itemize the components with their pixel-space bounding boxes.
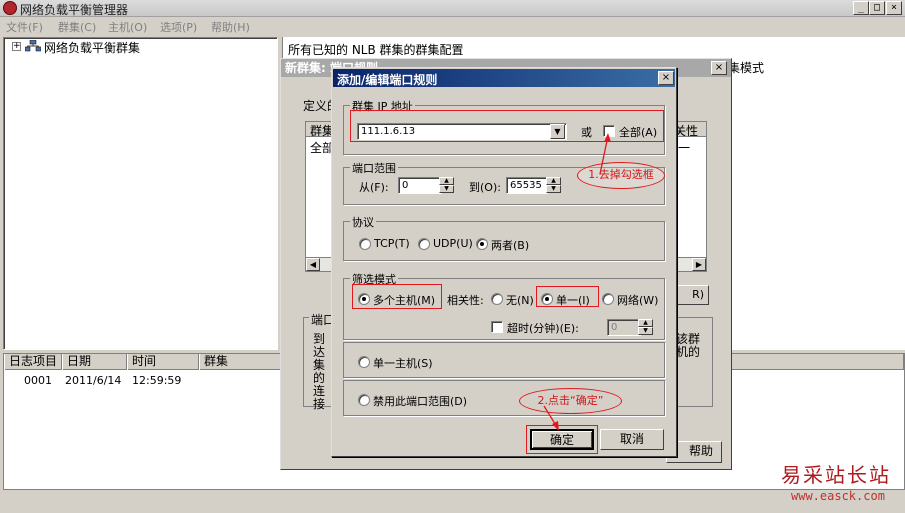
spin-down-icon[interactable]: ▼ [638, 327, 653, 335]
log-col-entry[interactable]: 日志项目 [4, 354, 62, 370]
tree-pane: + 网络负载平衡群集 [3, 37, 278, 350]
highlight-multi-host [352, 284, 442, 309]
single-host-label[interactable]: 单一主机(S) [373, 355, 433, 371]
menu-cluster[interactable]: 群集(C) [58, 19, 96, 35]
protocol-udp-label[interactable]: UDP(U) [433, 237, 473, 250]
spin-down-icon[interactable]: ▼ [546, 185, 561, 193]
log-cell-id: 0001 [24, 374, 52, 387]
single-host-radio[interactable] [358, 356, 370, 368]
spin-down-icon[interactable]: ▼ [439, 185, 454, 193]
port-rules-cell-affinity[interactable]: 一 [678, 139, 690, 156]
port-from-spinner[interactable]: ▲ ▼ [439, 177, 454, 194]
maximize-button[interactable]: □ [869, 1, 885, 15]
dialog-title-bar: 添加/编辑端口规则 × [333, 69, 675, 87]
log-col-time[interactable]: 时间 [127, 354, 199, 370]
watermark-url: www.easck.com [791, 489, 885, 503]
dialog-close-button[interactable]: × [658, 71, 674, 85]
port-rules-col-affinity[interactable]: 关性 [674, 122, 698, 139]
bg-dialog-close-button[interactable]: × [711, 61, 727, 75]
menu-options[interactable]: 选项(P) [160, 19, 197, 35]
menu-host[interactable]: 主机(O) [108, 19, 147, 35]
close-button[interactable]: × [886, 1, 902, 15]
dialog-title: 添加/编辑端口规则 [337, 73, 438, 87]
log-cell-date: 2011/6/14 [65, 374, 122, 387]
tree-root-label[interactable]: 网络负载平衡群集 [44, 39, 140, 56]
disable-range-radio[interactable] [358, 394, 370, 406]
protocol-label: 协议 [350, 214, 376, 230]
spin-up-icon[interactable]: ▲ [546, 177, 561, 185]
spin-up-icon[interactable]: ▲ [439, 177, 454, 185]
port-range-label: 端口范围 [350, 160, 398, 176]
affinity-none-label[interactable]: 无(N) [506, 292, 534, 308]
menu-help[interactable]: 帮助(H) [211, 19, 250, 35]
protocol-both-label[interactable]: 两者(B) [491, 237, 529, 253]
disable-range-label[interactable]: 禁用此端口范围(D) [373, 393, 467, 409]
menu-file[interactable]: 文件(F) [6, 19, 43, 35]
app-title: 网络负载平衡管理器 [20, 3, 129, 17]
timeout-spinner[interactable]: ▲ ▼ [638, 319, 653, 336]
right-pane-header: 所有已知的 NLB 群集的群集配置 [288, 43, 464, 57]
status-bar [0, 492, 905, 513]
log-cell-time: 12:59:59 [132, 374, 182, 387]
timeout-checkbox[interactable] [491, 321, 503, 333]
port-to-spinner[interactable]: ▲ ▼ [546, 177, 561, 194]
scroll-right-icon[interactable]: ▶ [692, 258, 706, 271]
cluster-icon [25, 40, 41, 52]
bg-description-right: 该群机的 [676, 332, 701, 359]
app-icon [3, 1, 17, 15]
minimize-button[interactable]: _ [853, 1, 869, 15]
annotation-arrows [543, 133, 611, 431]
watermark-logo: 易采站长站 [781, 463, 891, 487]
port-from-label: 从(F): [359, 181, 389, 194]
protocol-udp-radio[interactable] [418, 238, 430, 250]
title-bar: 网络负载平衡管理器 _ □ × [0, 0, 905, 17]
port-to-label: 到(O): [469, 181, 501, 194]
menu-bar: 文件(F) 群集(C) 主机(O) 选项(P) 帮助(H) [0, 17, 905, 36]
tree-expander[interactable]: + [12, 42, 21, 51]
affinity-label: 相关性: [447, 294, 484, 307]
bg-description-left: 到达集的连接 [313, 332, 326, 411]
right-pane-column[interactable]: 集模式 [728, 59, 764, 76]
scroll-left-icon[interactable]: ◀ [306, 258, 320, 271]
protocol-tcp-label[interactable]: TCP(T) [374, 237, 410, 250]
port-to-input[interactable]: 65535 [506, 177, 548, 194]
log-col-date[interactable]: 日期 [62, 354, 127, 370]
port-from-input[interactable]: 0 [398, 177, 442, 194]
protocol-tcp-radio[interactable] [359, 238, 371, 250]
affinity-none-radio[interactable] [491, 293, 503, 305]
spin-up-icon[interactable]: ▲ [638, 319, 653, 327]
protocol-both-radio[interactable] [476, 238, 488, 250]
